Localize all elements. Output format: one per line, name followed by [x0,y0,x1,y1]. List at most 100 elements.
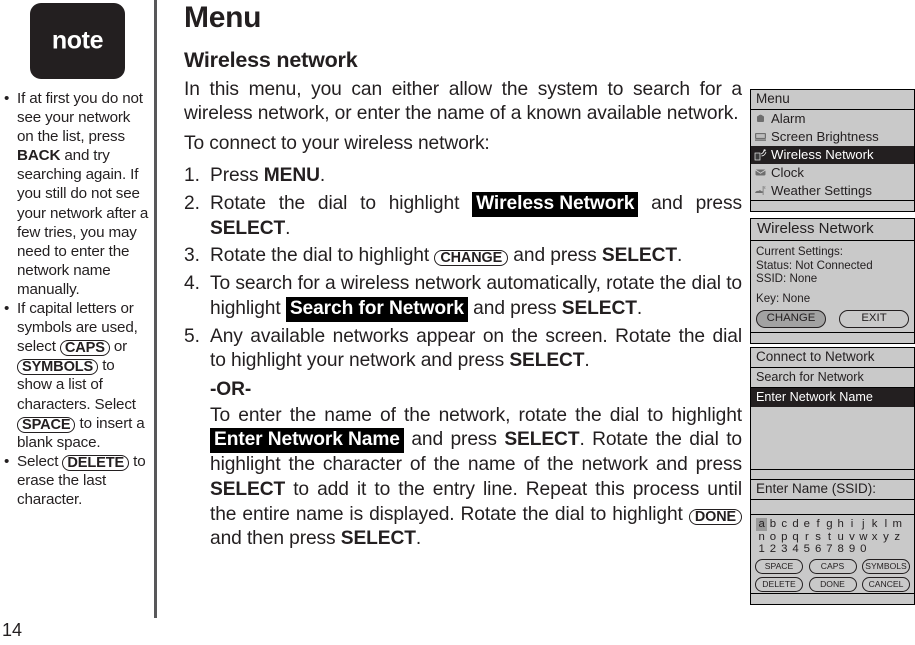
keyboard-key-w[interactable]: w [858,531,869,544]
steps-list: 1. Press MENU. 2. Rotate the dial to highli… [184,164,742,552]
connect-screen-title: Connect to Network [751,348,914,368]
ssid-line: SSID: None [756,272,818,286]
status-line: Status: Not Connected [756,258,873,272]
connect-item-enter-network-name[interactable]: Enter Network Name [751,388,914,407]
note-caps-symbols: • If capital letters or symbols are used,… [0,299,150,452]
note-badge-label: note [51,26,104,55]
keyboard-key-4[interactable]: 4 [790,543,801,556]
wireless-screen-footer [751,332,914,344]
exit-button[interactable]: EXIT [839,310,909,329]
alarm-clock-icon [754,113,769,125]
keyboard-key-8[interactable]: 8 [835,543,846,556]
keyboard-key-d[interactable]: d [790,518,801,531]
step-5-alt-bold-3: SELECT [504,429,580,451]
bullet-dot-icon: • [4,90,10,107]
keyboard-key-g[interactable]: g [824,518,835,531]
device-screen-wireless-network: Wireless Network Current Settings: Statu… [750,218,915,345]
cancel-button[interactable]: CANCEL [862,576,910,592]
note-caps-symbols-text-2: or [109,338,128,356]
keyboard-key-9[interactable]: 9 [846,543,857,556]
menu-item-alarm[interactable]: Alarm [751,110,914,128]
keyboard-key-b[interactable]: b [767,518,778,531]
step-5-alt-inverse-token-1: Enter Network Name [210,428,404,454]
step-5-alt-text-0: To enter the name of the network, rotate… [210,404,742,426]
keyboard-key-k[interactable]: k [869,518,880,531]
keyboard-key-h[interactable]: h [835,518,846,531]
keyboard-key-l[interactable]: l [880,518,891,531]
keyboard-row-1: abcdefghijklm [756,518,909,531]
step-item-4: 4. To search for a wireless network autom… [184,272,742,322]
caps-button[interactable]: CAPS [808,558,857,574]
keyboard-key-f[interactable]: f [812,518,823,531]
step-item-2: 2. Rotate the dial to highlight Wireless … [184,191,742,242]
keyboard-key-2[interactable]: 2 [767,543,778,556]
keyboard-key-q[interactable]: q [790,531,801,544]
note-delete: • Select DELETE to erase the last charact… [0,452,150,509]
menu-item-clock[interactable]: Clock [751,164,914,182]
menu-item-label: Screen Brightness [771,129,879,144]
step-number: 3. [184,245,200,267]
step-3-text-2: and press [508,245,602,267]
keyboard-key-t[interactable]: t [824,531,835,544]
keyboard-key-y[interactable]: y [880,531,891,544]
keyboard-key-n[interactable]: n [756,531,767,544]
change-button[interactable]: CHANGE [756,310,826,329]
keyboard-key-z[interactable]: z [892,531,903,544]
keyboard-key-e[interactable]: e [801,518,812,531]
keyboard-key-j[interactable]: j [858,518,869,531]
step-1-text-2: . [319,165,326,187]
keyboard-key-m[interactable]: m [892,518,903,531]
step-2-bold-3: SELECT [210,217,286,239]
note-delete-oval-token-1: DELETE [62,454,130,471]
wireless-icon [754,149,769,161]
menu-item-label: Clock [771,165,804,180]
keyboard-key-1[interactable]: 1 [756,543,767,556]
step-number: 1. [184,165,200,187]
keyboard-key-r[interactable]: r [801,531,812,544]
note-sidebar: note • If at first you do not see your ne… [0,0,150,645]
space-button[interactable]: SPACE [755,558,803,574]
symbols-button[interactable]: SYMBOLS [862,558,910,574]
keyboard-key-p[interactable]: p [779,531,790,544]
step-5-alt-bold-5: SELECT [210,478,286,500]
keyboard-key-s[interactable]: s [812,531,823,544]
step-5-alt-text-6: to add it to the entry line. Repeat this… [210,478,742,525]
note-caps-symbols-oval-token-5: SPACE [17,416,76,433]
step-5-alternate-instructions: To enter the name of the network, rotate… [210,404,742,552]
connect-screen-item-list: Search for Network Enter Network Name [751,368,914,407]
keyboard-key-5[interactable]: 5 [801,543,812,556]
note-search-again-text-2: and try searching again. If you still do… [17,147,149,298]
keyboard-key-3[interactable]: 3 [779,543,790,556]
step-2-text-2: and press [638,192,742,214]
intro-paragraph: In this menu, you can either allow the s… [184,79,742,125]
menu-item-wireless-network[interactable]: Wireless Network [751,146,914,164]
keyboard-key-x[interactable]: x [869,531,880,544]
step-item-5: 5. Any available networks appear on the s… [184,325,742,552]
keyboard-key-c[interactable]: c [779,518,790,531]
keyboard-key-o[interactable]: o [767,531,778,544]
connect-item-search-for-network[interactable]: Search for Network [751,368,914,388]
menu-item-screen-brightness[interactable]: Screen Brightness [751,128,914,146]
keyboard-key-6[interactable]: 6 [812,543,823,556]
delete-button[interactable]: DELETE [755,576,803,592]
keyboard-key-u[interactable]: u [835,531,846,544]
keyboard-key-7[interactable]: 7 [824,543,835,556]
step-2-text-0: Rotate the dial to highlight [210,192,473,214]
step-5-alt-text-2: and press [403,429,505,451]
keyboard-key-a[interactable]: a [756,518,768,531]
keyboard-row-2: nopqrstuvwxyz [756,531,909,544]
step-4-bold-3: SELECT [561,297,637,319]
ssid-onscreen-keyboard: abcdefghijklmnopqrstuvwxyz1234567890 [751,515,914,557]
step-5-alt-oval-token-7: DONE [688,508,742,525]
keyboard-key-0[interactable]: 0 [858,543,869,556]
menu-item-weather-settings[interactable]: Weather Settings [751,182,914,200]
step-1-bold-1: MENU [263,165,320,187]
keyboard-key-i[interactable]: i [846,518,857,531]
done-button[interactable]: DONE [808,576,857,592]
intro-line-2: To connect to your wireless network: [184,132,490,154]
keyboard-key-v[interactable]: v [846,531,857,544]
ssid-entry-line[interactable] [751,500,914,515]
wireless-screen-title: Wireless Network [751,219,914,241]
wireless-screen-body: Current Settings: Status: Not Connected … [751,241,914,308]
section-title: Wireless network [184,48,358,72]
